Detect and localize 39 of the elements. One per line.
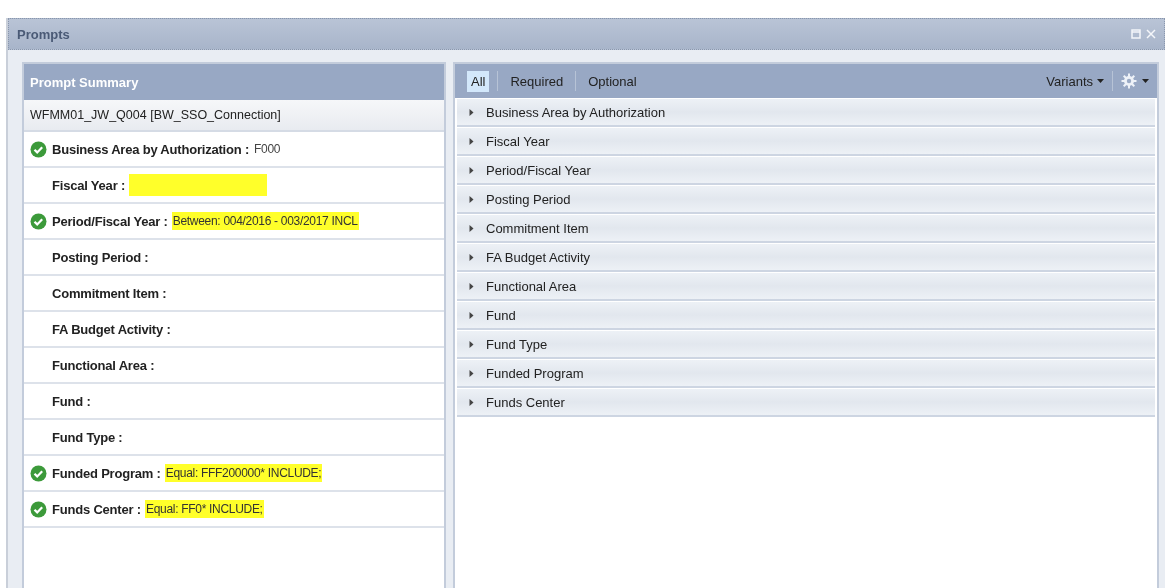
prompt-label: Fund :	[52, 393, 91, 409]
variants-dropdown[interactable]: Variants	[1046, 73, 1104, 89]
caret-icon	[1097, 79, 1104, 83]
settings-menu-button[interactable]	[1121, 73, 1149, 89]
prompt-label: Funds Center :	[52, 501, 141, 517]
prompt-label: Fiscal Year :	[52, 177, 126, 193]
prompt-label: Commitment Item :	[52, 285, 167, 301]
caret-icon	[1142, 79, 1149, 83]
prompt-item[interactable]: Commitment Item	[457, 215, 1155, 243]
prompt-value: Between: 004/2016 - 003/2017 INCL	[171, 212, 359, 230]
panel-title: Prompt Summary	[30, 74, 139, 90]
prompt-label: Period/Fiscal Year :	[52, 213, 168, 229]
filter-tab[interactable]: Required	[506, 70, 568, 92]
prompt-value: Equal: FFF200000* INCLUDE;	[164, 464, 323, 482]
prompt-item[interactable]: Fund	[457, 302, 1155, 330]
window-title: Prompts	[17, 26, 70, 42]
prompt-item[interactable]: Functional Area	[457, 273, 1155, 301]
close-icon[interactable]	[1146, 29, 1156, 39]
prompt-item[interactable]: Business Area by Authorization	[457, 99, 1155, 127]
filter-tab[interactable]: All	[467, 70, 490, 92]
prompt-item[interactable]: FA Budget Activity	[457, 244, 1155, 272]
prompt-item[interactable]: Period/Fiscal Year	[457, 157, 1155, 185]
connection-label: WFMM01_JW_Q004 [BW_SSO_Connection]	[24, 100, 444, 132]
prompt-item[interactable]: Funds Center	[457, 389, 1155, 417]
settings-icon	[1121, 73, 1137, 89]
prompt-label: FA Budget Activity :	[52, 321, 171, 337]
prompt-value: Equal: FF0* INCLUDE;	[144, 500, 264, 518]
prompt-label: Funded Program :	[52, 465, 161, 481]
prompt-item[interactable]: Fund Type	[457, 331, 1155, 359]
filter-tab[interactable]: Optional	[584, 70, 641, 92]
prompt-item[interactable]: Fiscal Year	[457, 128, 1155, 156]
prompt-value: F000	[253, 141, 282, 158]
prompt-label: Posting Period :	[52, 249, 149, 265]
maximize-icon[interactable]	[1131, 29, 1141, 39]
prompt-item[interactable]: Posting Period	[457, 186, 1155, 214]
prompt-label: Fund Type :	[52, 429, 123, 445]
prompt-label: Business Area by Authorization :	[52, 141, 250, 157]
prompt-item[interactable]: Funded Program	[457, 360, 1155, 388]
prompt-label: Functional Area :	[52, 357, 155, 373]
